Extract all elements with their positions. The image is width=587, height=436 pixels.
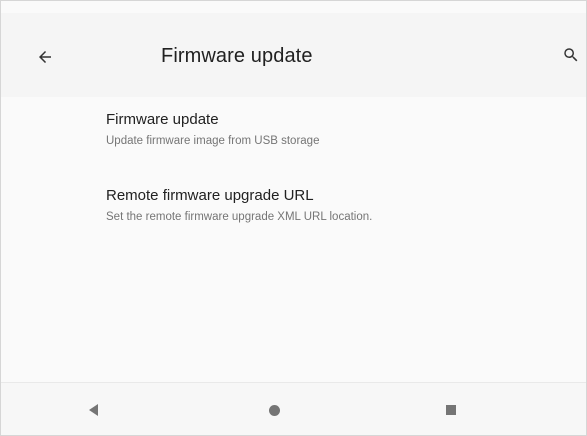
search-button[interactable]	[557, 41, 585, 69]
pref-summary: Update firmware image from USB storage	[106, 135, 320, 147]
nav-recents-button[interactable]	[439, 398, 463, 422]
page-title: Firmware update	[161, 45, 313, 67]
nav-back-icon	[88, 404, 98, 416]
pref-title: Remote firmware upgrade URL	[106, 187, 314, 204]
arrow-back-icon	[39, 51, 51, 63]
app-bar: Firmware update	[1, 13, 586, 97]
pref-summary: Set the remote firmware upgrade XML URL …	[106, 211, 373, 223]
pref-firmware-update[interactable]: Firmware update Update firmware image fr…	[1, 97, 586, 163]
search-icon	[564, 48, 578, 62]
pref-title: Firmware update	[106, 111, 219, 128]
nav-home-button[interactable]	[262, 398, 286, 422]
nav-recents-icon	[446, 405, 456, 415]
screen: Firmware update Firmware update Update f…	[0, 0, 587, 436]
nav-back-button[interactable]	[81, 398, 105, 422]
back-button[interactable]	[31, 43, 59, 71]
nav-home-icon	[268, 404, 280, 416]
pref-remote-firmware-url[interactable]: Remote firmware upgrade URL Set the remo…	[1, 173, 586, 239]
navigation-bar	[1, 382, 586, 435]
